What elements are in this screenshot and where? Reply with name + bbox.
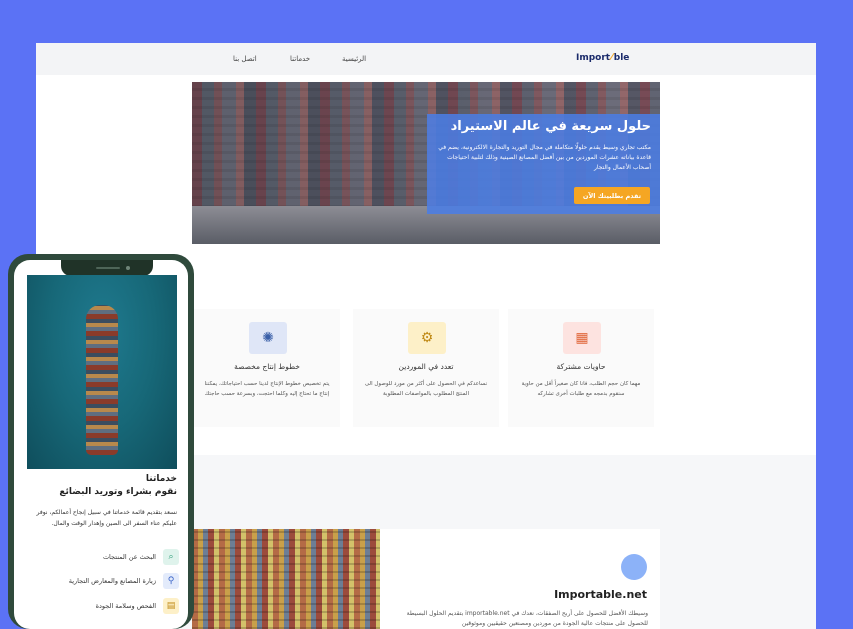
hero-banner: حلول سريعة في عالم الاستيراد مكتب تجاري …: [192, 82, 660, 244]
feature-text: يتم تخصيص خطوط الإنتاج لدينا حسب احتياجا…: [204, 381, 330, 397]
about-card: Importable.net وسيطك الأفضل للحصول على أ…: [192, 529, 660, 629]
feature-card-production-lines: ✺ خطوط إنتاج مخصصة يتم تخصيص خطوط الإنتا…: [194, 309, 340, 427]
feature-title: حاويات مشتركة: [556, 362, 606, 371]
gears-icon: ⚙: [408, 322, 446, 354]
about-text: وسيطك الأفضل للحصول على أربح الصفقات، نع…: [406, 610, 648, 627]
ship-image: [27, 275, 177, 469]
site-logo[interactable]: Import⁄ble: [576, 52, 629, 63]
logo-arrow-icon: ⁄: [611, 52, 613, 63]
mobile-description: نسعد بتقديم قائمة خدماتنا في سبيل إنجاح …: [36, 509, 177, 527]
search-icon: ⌕: [163, 549, 179, 565]
mobile-mockup: خدماتنا نقوم بشراء وتوريد البضائع نسعد ب…: [8, 254, 194, 629]
feature-text: نساعدكم في الحصول على أكثر من مورد للوصو…: [364, 381, 488, 397]
container-icon: ▦: [563, 322, 601, 354]
mobile-screen: خدماتنا نقوم بشراء وتوريد البضائع نسعد ب…: [14, 260, 188, 629]
feature-title: تعدد في الموردين: [398, 362, 454, 371]
service-label: زيارة المصانع والمعارض التجارية: [68, 577, 156, 585]
hero-title: حلول سريعة في عالم الاستيراد: [450, 119, 651, 134]
nav-home[interactable]: الرئيسية: [342, 55, 366, 63]
service-label: الفحص وسلامة الجودة: [95, 602, 156, 610]
feature-card-multiple-suppliers: ⚙ تعدد في الموردين نساعدكم في الحصول على…: [353, 309, 499, 427]
hero-overlay: حلول سريعة في عالم الاستيراد مكتب تجاري …: [427, 114, 660, 214]
feature-title: خطوط إنتاج مخصصة: [234, 362, 300, 371]
feature-text: مهما كان حجم الطلب، فانا كان صغيراً أقل …: [521, 381, 641, 397]
order-now-button[interactable]: تقدم بطلبيتك الآن: [574, 187, 650, 204]
decorative-circle: [621, 554, 647, 580]
camera-icon: [126, 266, 130, 270]
service-item-search[interactable]: ⌕ البحث عن المنتجات: [24, 549, 179, 565]
logo-text-right: ble: [613, 53, 630, 63]
service-item-factory-visits[interactable]: ⚲ زيارة المصانع والمعارض التجارية: [24, 573, 179, 589]
mobile-section-title: خدماتنا: [145, 474, 177, 484]
service-label: البحث عن المنتجات: [102, 553, 156, 561]
about-title: Importable.net: [554, 588, 647, 601]
factory-icon: ⚲: [163, 573, 179, 589]
nav-services[interactable]: خدماتنا: [290, 55, 310, 63]
mobile-subtitle: نقوم بشراء وتوريد البضائع: [59, 487, 177, 497]
hero-description: مكتب تجاري وسيط يقدم حلولًا متكاملة في م…: [438, 144, 651, 171]
speaker-icon: [96, 267, 120, 269]
phone-notch: [61, 260, 153, 276]
quality-icon: ▤: [163, 598, 179, 614]
ship-hull: [86, 305, 118, 455]
nav-contact[interactable]: اتصل بنا: [233, 55, 257, 63]
production-icon: ✺: [249, 322, 287, 354]
feature-card-shared-containers: ▦ حاويات مشتركة مهما كان حجم الطلب، فانا…: [508, 309, 654, 427]
site-header: Import⁄ble الرئيسية خدماتنا اتصل بنا: [36, 43, 816, 75]
containers-image: [192, 529, 380, 629]
service-item-quality[interactable]: ▤ الفحص وسلامة الجودة: [24, 598, 179, 614]
logo-text-left: Import: [576, 53, 611, 63]
